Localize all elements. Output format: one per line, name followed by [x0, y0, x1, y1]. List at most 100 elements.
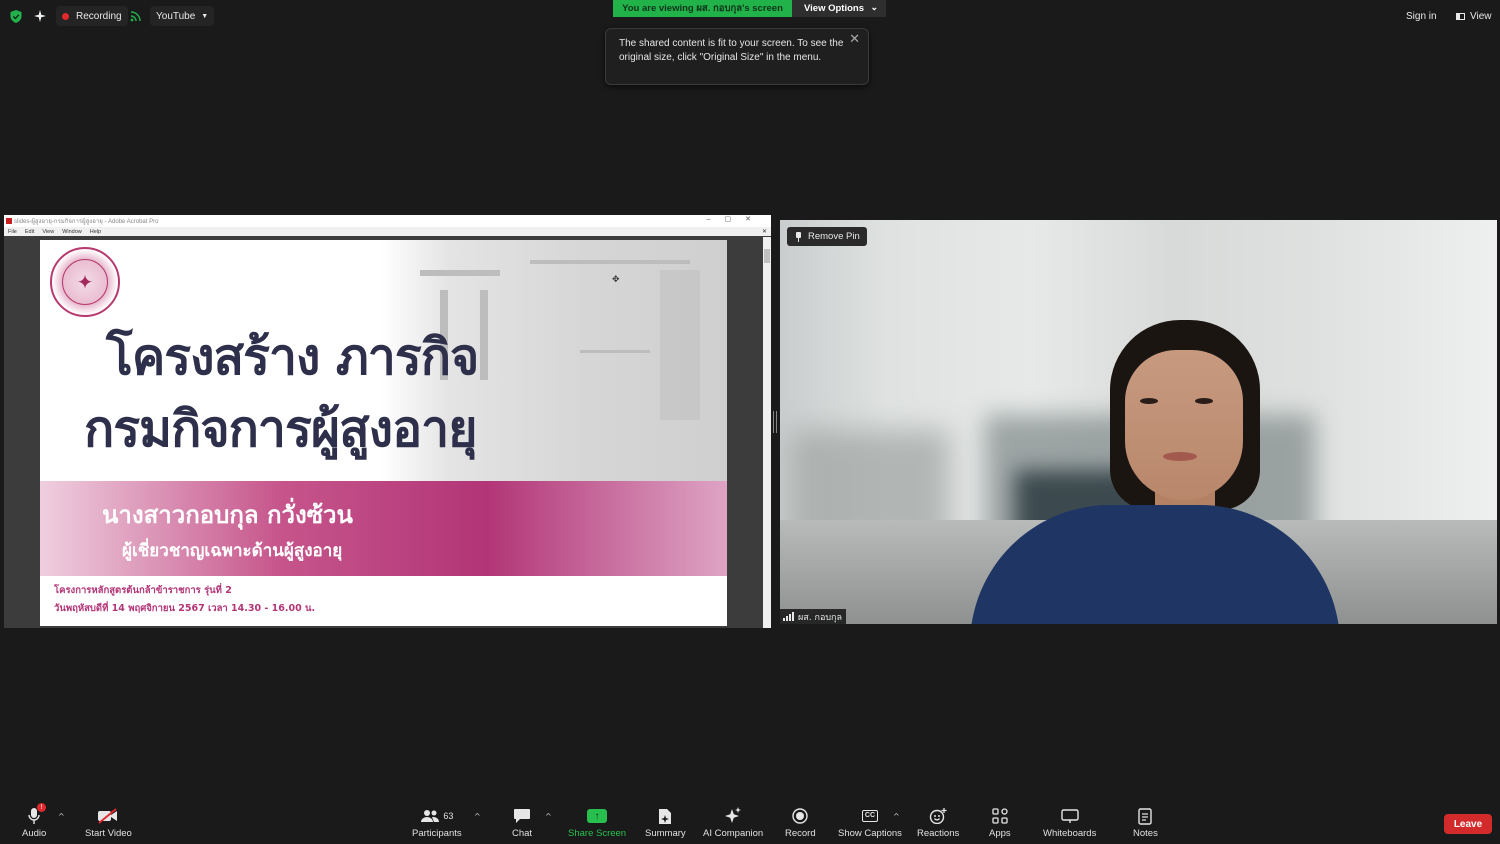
view-button[interactable]: View [1450, 6, 1498, 26]
fit-to-screen-tooltip: The shared content is fit to your screen… [605, 28, 869, 85]
shared-screen[interactable]: slides-ผู้สูงอายุ-กรมกิจการผู้สูงอายุ - … [4, 215, 771, 628]
acrobat-title-bar: slides-ผู้สูงอายุ-กรมกิจการผู้สูงอายุ - … [4, 215, 771, 227]
record-button[interactable]: Record [785, 806, 816, 839]
participants-icon: 63 [420, 806, 453, 826]
recording-label: Recording [76, 10, 122, 22]
viewing-banner: You are viewing ผส. กอบกุล's screen [613, 0, 792, 17]
notes-button[interactable]: Notes [1133, 806, 1158, 839]
audio-options-caret-icon[interactable]: ^ [58, 812, 65, 821]
share-screen-button[interactable]: ↑ Share Screen [568, 806, 626, 839]
captions-options-caret-icon[interactable]: ^ [893, 812, 900, 821]
start-video-button[interactable]: Start Video [85, 806, 132, 839]
menu-window[interactable]: Window [62, 229, 82, 235]
view-options-label: View Options [804, 3, 865, 14]
view-layout-icon [1456, 12, 1465, 20]
menu-edit[interactable]: Edit [25, 229, 34, 235]
start-video-label: Start Video [85, 828, 132, 839]
sign-in-label: Sign in [1406, 10, 1437, 22]
microphone-muted-icon: ! [27, 803, 47, 826]
split-resize-handle[interactable] [773, 411, 777, 433]
show-captions-label: Show Captions [838, 828, 902, 839]
move-cursor-icon: ✥ [612, 275, 620, 285]
participant-name: ผส. กอบกุล [798, 612, 843, 623]
chat-button[interactable]: Chat [512, 806, 532, 839]
whiteboard-icon [1060, 806, 1079, 826]
ai-companion-label: AI Companion [703, 828, 764, 839]
acrobat-scrollbar[interactable] [763, 237, 771, 628]
seal-emblem-icon: ✦ [62, 259, 108, 305]
sign-in-button[interactable]: Sign in [1400, 6, 1443, 26]
share-screen-icon: ↑ [587, 806, 608, 826]
reactions-button[interactable]: Reactions [917, 806, 959, 839]
menu-help[interactable]: Help [90, 229, 101, 235]
acrobat-logo-icon [6, 218, 12, 224]
window-controls: –▢✕ [706, 216, 765, 223]
security-shield-icon[interactable] [8, 6, 24, 26]
menu-view[interactable]: View [42, 229, 54, 235]
participant-name-tag: ผส. กอบกุล [780, 609, 847, 624]
participant-video-tile[interactable]: Remove Pin ผส. กอบกุล [780, 220, 1497, 624]
acrobat-menu-bar: File Edit View Window Help ✕ [4, 227, 771, 236]
video-off-icon [97, 806, 119, 826]
whiteboards-button[interactable]: Whiteboards [1043, 806, 1096, 839]
summary-button[interactable]: Summary [645, 806, 686, 839]
presenter-band: นางสาวกอบกุล กวั่งซ้วน ผู้เชี่ยวชาญเฉพาะ… [40, 481, 727, 576]
record-label: Record [785, 828, 816, 839]
chat-options-caret-icon[interactable]: ^ [545, 812, 552, 821]
record-icon [792, 806, 809, 826]
meeting-toolbar: ! Audio ^ Start Video 63 Participants ^ … [0, 800, 1500, 844]
apps-icon [992, 806, 1008, 826]
close-icon[interactable]: ✕ [849, 32, 860, 46]
live-stream-icon[interactable] [128, 6, 144, 26]
stream-platform-dropdown[interactable]: YouTube ▼ [150, 6, 215, 26]
department-seal-logo: ✦ [50, 247, 120, 317]
ai-sparkle-icon[interactable] [32, 6, 48, 26]
menu-file[interactable]: File [8, 229, 17, 235]
show-captions-button[interactable]: CC Show Captions [838, 806, 902, 839]
caret-down-icon: ▼ [201, 12, 209, 20]
muted-badge-icon: ! [37, 803, 47, 812]
remove-pin-button[interactable]: Remove Pin [787, 227, 867, 246]
reactions-label: Reactions [917, 828, 960, 839]
participant-eye [1140, 398, 1158, 404]
view-options-button[interactable]: View Options ⌄ [792, 0, 886, 17]
chat-bubble-icon [513, 806, 531, 826]
presenter-name: นางสาวกอบกุล กวั่งซ้วน [102, 501, 353, 529]
stream-platform-label: YouTube [156, 10, 196, 22]
leave-button[interactable]: Leave [1444, 814, 1492, 834]
signal-strength-icon [783, 611, 794, 621]
share-screen-label: Share Screen [568, 828, 627, 839]
participants-options-caret-icon[interactable]: ^ [474, 812, 481, 821]
recording-indicator[interactable]: Recording [56, 6, 128, 26]
participants-button[interactable]: 63 Participants [412, 806, 462, 839]
schedule-text: วันพฤหัสบดีที่ 14 พฤศจิกายน 2567 เวลา 14… [54, 603, 316, 614]
chat-label: Chat [512, 828, 533, 839]
remove-pin-label: Remove Pin [808, 231, 860, 242]
whiteboards-label: Whiteboards [1043, 828, 1097, 839]
participants-label: Participants [412, 828, 462, 839]
presenter-role: ผู้เชี่ยวชาญเฉพาะด้านผู้สูงอายุ [122, 541, 343, 561]
ai-companion-sparkle-icon [724, 806, 742, 826]
apps-label: Apps [989, 828, 1011, 839]
leave-label: Leave [1453, 818, 1483, 830]
pin-icon [795, 231, 802, 242]
close-document-icon[interactable]: ✕ [762, 228, 767, 235]
slide-title-line1: โครงสร้าง ภารกิจ [106, 328, 479, 386]
notes-label: Notes [1133, 828, 1158, 839]
acrobat-window-title: slides-ผู้สูงอายุ-กรมกิจการผู้สูงอายุ - … [14, 219, 159, 225]
audio-button[interactable]: ! Audio [22, 803, 47, 839]
participant-lips [1163, 452, 1197, 461]
participant-face [1125, 350, 1243, 500]
captions-cc-icon: CC [861, 806, 879, 826]
notes-icon [1138, 806, 1153, 826]
participants-count: 63 [443, 811, 454, 821]
participant-eye [1195, 398, 1213, 404]
summary-label: Summary [645, 828, 686, 839]
program-text: โครงการหลักสูตรต้นกล้าข้าราชการ รุ่นที่ … [54, 585, 232, 596]
ai-companion-button[interactable]: AI Companion [703, 806, 763, 839]
scrollbar-thumb[interactable] [764, 249, 770, 263]
recording-dot-icon [62, 12, 69, 20]
apps-button[interactable]: Apps [989, 806, 1011, 839]
slide-title-line2: กรมกิจการผู้สูงอายุ [84, 400, 477, 458]
summary-document-icon [658, 806, 672, 826]
